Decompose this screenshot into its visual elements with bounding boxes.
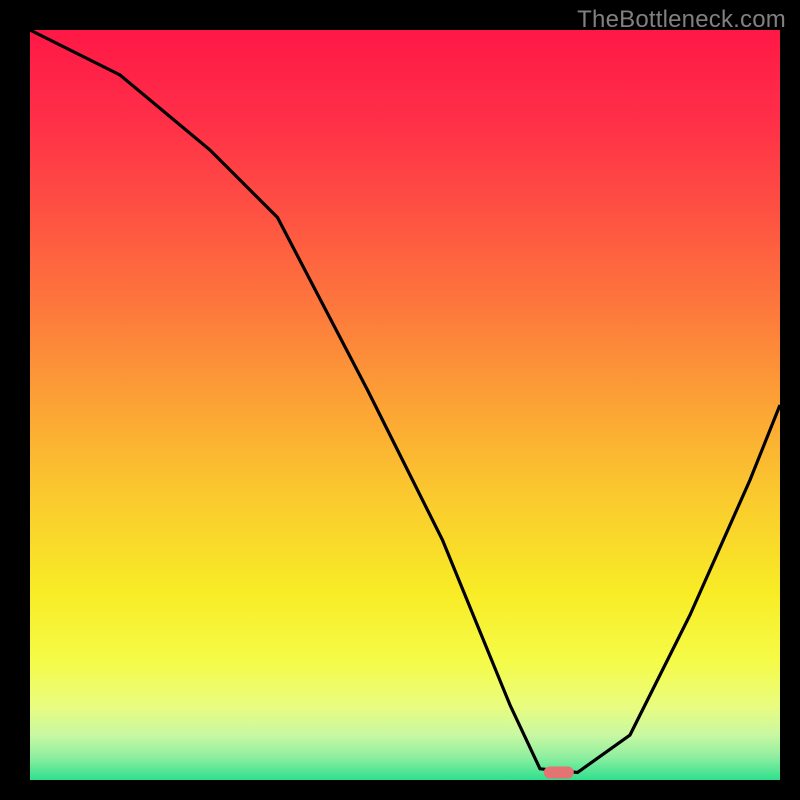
chart-container: TheBottleneck.com xyxy=(0,0,800,800)
chart-svg xyxy=(0,0,800,800)
optimal-marker xyxy=(544,767,574,779)
plot-area xyxy=(30,30,780,780)
watermark-text: TheBottleneck.com xyxy=(577,6,786,34)
